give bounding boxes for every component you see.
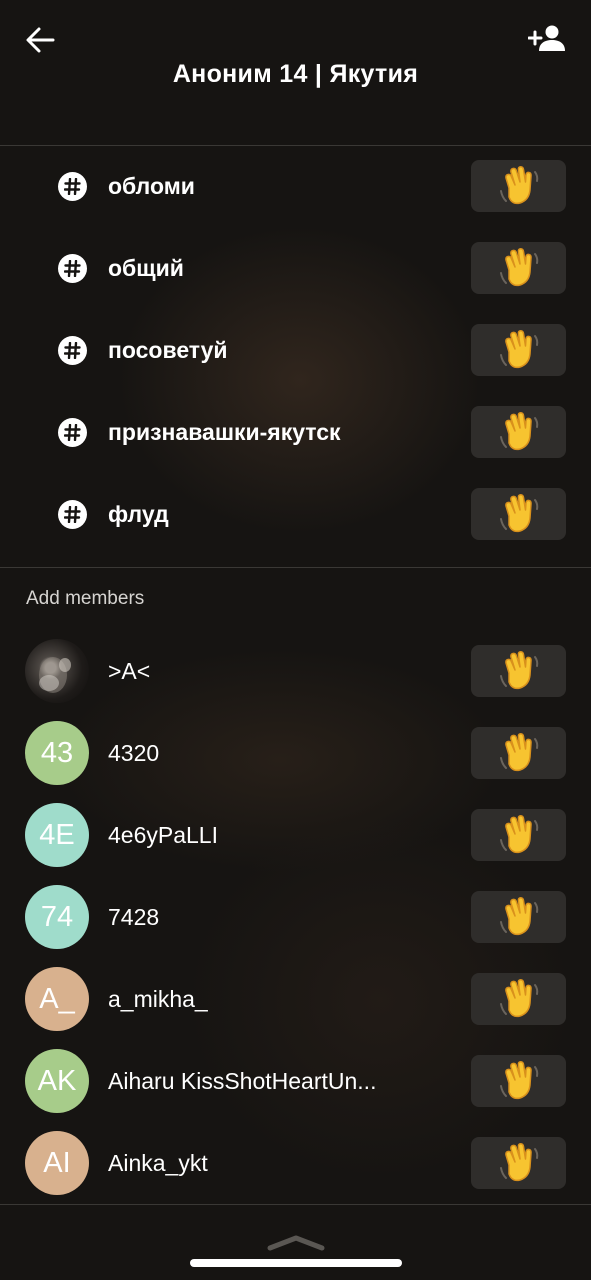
back-button[interactable]	[20, 20, 60, 60]
member-name: 4320	[108, 740, 160, 766]
member-name: Ainka_ykt	[108, 1150, 208, 1176]
divider	[0, 1204, 591, 1205]
member-row[interactable]: 4E 4e6yPaLLI	[0, 794, 591, 876]
wave-button[interactable]	[471, 242, 566, 294]
avatar: A_	[25, 967, 89, 1031]
waving-hand-icon	[499, 248, 538, 287]
member-row[interactable]: AK Aiharu KissShotHeartUn...	[0, 1040, 591, 1122]
waving-hand-icon	[499, 1143, 538, 1182]
waving-hand-icon	[499, 815, 538, 854]
channel-label: флуд	[108, 501, 169, 527]
member-row[interactable]: 74 7428	[0, 876, 591, 958]
member-name: a_mikha_	[108, 986, 208, 1012]
hashtag-icon	[58, 418, 87, 447]
section-label-add-members: Add members	[26, 588, 145, 609]
channel-label: обломи	[108, 173, 195, 199]
person-add-icon	[528, 25, 565, 51]
chevron-up-icon[interactable]	[266, 1232, 326, 1252]
member-name: 4e6yPaLLI	[108, 822, 218, 848]
waving-hand-icon	[499, 330, 538, 369]
member-row[interactable]: 43 4320	[0, 712, 591, 794]
hashtag-icon	[58, 254, 87, 283]
member-name: >A<	[108, 658, 151, 684]
member-name: 7428	[108, 904, 160, 930]
arrow-left-icon	[26, 27, 55, 53]
wave-button[interactable]	[471, 160, 566, 212]
channel-label: признавашки-якутск	[108, 419, 341, 445]
avatar: 74	[25, 885, 89, 949]
waving-hand-icon	[499, 897, 538, 936]
channel-label: посоветуй	[108, 337, 228, 363]
wave-button[interactable]	[471, 1137, 566, 1189]
wave-button[interactable]	[471, 809, 566, 861]
wave-button[interactable]	[471, 324, 566, 376]
channel-row[interactable]: посоветуй	[0, 309, 591, 391]
waving-hand-icon	[499, 651, 538, 690]
divider	[0, 567, 591, 568]
hashtag-icon	[58, 500, 87, 529]
wave-button[interactable]	[471, 1055, 566, 1107]
channel-row[interactable]: обломи	[0, 145, 591, 227]
channel-row[interactable]: признавашки-якутск	[0, 391, 591, 473]
hashtag-icon	[58, 172, 87, 201]
page-title: Аноним 14 | Якутия	[172, 60, 419, 88]
channel-label: общий	[108, 255, 184, 281]
waving-hand-icon	[499, 1061, 538, 1100]
header: Аноним 14 | Якутия	[0, 0, 591, 146]
wave-button[interactable]	[471, 406, 566, 458]
wave-button[interactable]	[471, 891, 566, 943]
avatar: 4E	[25, 803, 89, 867]
wave-button[interactable]	[471, 973, 566, 1025]
home-indicator[interactable]	[190, 1259, 402, 1267]
wave-button[interactable]	[471, 645, 566, 697]
wave-button[interactable]	[471, 488, 566, 540]
wave-button[interactable]	[471, 727, 566, 779]
channel-row[interactable]: флуд	[0, 473, 591, 555]
member-row[interactable]: AI Ainka_ykt	[0, 1122, 591, 1204]
add-user-button[interactable]	[524, 18, 570, 58]
hashtag-icon	[58, 336, 87, 365]
waving-hand-icon	[499, 733, 538, 772]
avatar: AK	[25, 1049, 89, 1113]
avatar	[25, 639, 89, 703]
avatar: AI	[25, 1131, 89, 1195]
member-row[interactable]: A_ a_mikha_	[0, 958, 591, 1040]
waving-hand-icon	[499, 412, 538, 451]
waving-hand-icon	[499, 166, 538, 205]
member-row[interactable]: >A<	[0, 630, 591, 712]
channel-row[interactable]: общий	[0, 227, 591, 309]
avatar: 43	[25, 721, 89, 785]
waving-hand-icon	[499, 494, 538, 533]
waving-hand-icon	[499, 979, 538, 1018]
member-name: Aiharu KissShotHeartUn...	[108, 1068, 377, 1094]
